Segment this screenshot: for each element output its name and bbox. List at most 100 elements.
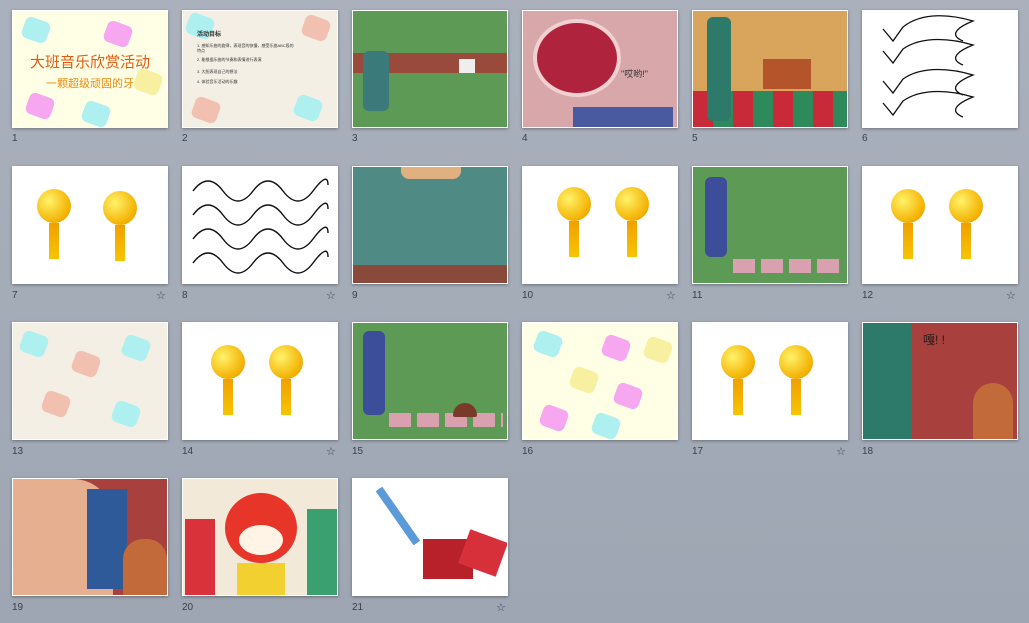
slide-thumbnail-11[interactable] [692,166,848,284]
animation-star-icon[interactable]: ☆ [156,289,166,302]
slide-number: 11 [692,290,703,301]
slide-title: 大班音乐欣赏活动 [29,54,150,71]
slide-number: 6 [862,133,868,144]
animation-star-icon[interactable]: ☆ [326,445,336,458]
puzzle-piece [568,365,600,395]
hedgehog-illustration [453,403,477,417]
slide-line: 1. 感知乐曲的旋律，表现音的快慢，感受乐曲ABC段的特点 [197,43,294,53]
sleeve-illustration [87,489,127,589]
speech-text: "哎哟!" [621,69,648,79]
slide-number: 10 [522,290,534,301]
puzzle-piece [120,333,152,363]
slide-number: 3 [352,133,358,144]
puzzle-piece [190,95,222,125]
slide-number: 2 [182,133,188,144]
gift-box-right [307,509,337,595]
cup-illustration [459,59,475,73]
animation-star-icon[interactable]: ☆ [326,289,336,302]
puzzle-piece [18,329,50,359]
puzzle-piece [600,333,632,363]
slide-number: 1 [12,133,18,144]
slide-number: 19 [12,602,24,613]
slide-number: 7 [12,290,18,301]
slide-line: 4. 体验音乐活动的乐趣 [197,79,238,84]
slide-number: 8 [182,290,188,301]
slide-thumbnail-4[interactable]: "哎哟!" [522,10,678,128]
slide-number: 5 [692,133,698,144]
slide-thumbnail-5[interactable] [692,10,848,128]
loop-lines-graphic [882,15,975,118]
speech-text: 嘎! ! [923,333,946,347]
child-figure [863,323,911,439]
slide-thumbnail-3[interactable] [352,10,508,128]
happy-face-icon [891,189,925,259]
worried-face-icon [615,187,649,257]
worried-face-icon [779,345,813,415]
puzzle-piece [300,13,332,43]
mouth-illustration [533,19,621,97]
toothbrush-illustration [375,486,421,546]
slide-thumbnail-17[interactable] [692,322,848,440]
dresser-illustration [763,59,811,89]
worried-face-icon [103,191,137,261]
fox-muzzle [239,525,283,555]
slide-number: 13 [12,446,24,457]
slide-thumbnail-14[interactable] [182,322,338,440]
slide-thumbnail-9[interactable] [352,166,508,284]
slide-heading: 活动目标 [197,32,222,38]
slide-number: 4 [522,133,528,144]
slide-subtitle: 一颗超级顽固的牙 [46,78,134,90]
slide-thumbnail-16[interactable] [522,322,678,440]
child-figure [363,51,389,111]
path-stones [389,413,503,427]
slide-number: 18 [862,446,874,457]
slide-thumbnail-7[interactable] [12,166,168,284]
animation-star-icon[interactable]: ☆ [496,601,506,614]
wave-lines-graphic [192,178,329,274]
floor-illustration [353,265,507,283]
slide-thumbnail-19[interactable] [12,478,168,596]
slide-thumbnail-20[interactable] [182,478,338,596]
hair-illustration [123,539,167,595]
puzzle-piece [538,403,570,433]
slide-number: 16 [522,446,534,457]
animation-star-icon[interactable]: ☆ [666,289,676,302]
slide-number: 17 [692,446,704,457]
puzzle-piece [102,19,134,49]
happy-face-icon [211,345,245,415]
animation-star-icon[interactable]: ☆ [1006,289,1016,302]
feet-illustration [401,167,461,179]
puzzle-piece [24,91,56,121]
puzzle-piece [532,329,564,359]
slide-line: 2. 能根据乐曲的节奏和表情进行表演 [197,57,262,62]
sweater-illustration [573,107,673,127]
puzzle-piece [40,389,72,419]
slide-line: 3. 大胆表现自己的想法 [197,69,238,74]
slide-thumbnail-18[interactable]: 嘎! ! [862,322,1018,440]
slide-thumbnail-2[interactable]: 活动目标 1. 感知乐曲的旋律，表现音的快慢，感受乐曲ABC段的特点 2. 能根… [182,10,338,128]
animation-star-icon[interactable]: ☆ [836,445,846,458]
puzzle-piece [590,411,622,439]
child-figure [363,331,385,415]
slide-thumbnail-12[interactable] [862,166,1018,284]
slide-thumbnail-1[interactable]: 大班音乐欣赏活动 一颗超级顽固的牙 [12,10,168,128]
slide-thumbnail-6[interactable] [862,10,1018,128]
happy-face-icon [721,345,755,415]
puzzle-piece [110,399,142,429]
puzzle-piece [612,381,644,411]
slide-thumbnail-15[interactable] [352,322,508,440]
slide-number: 21 [352,602,364,613]
gift-box-left [185,519,215,595]
puzzle-piece [70,349,102,379]
worried-face-icon [269,345,303,415]
puzzle-piece [20,15,52,45]
slide-number: 9 [352,290,358,301]
slide-thumbnail-13[interactable] [12,322,168,440]
slide-thumbnail-21[interactable] [352,478,508,596]
slide-thumbnail-10[interactable] [522,166,678,284]
fox-body [237,563,285,595]
slide-number: 14 [182,446,194,457]
slide-thumbnail-8[interactable] [182,166,338,284]
slide-number: 20 [182,602,194,613]
puzzle-piece [80,99,112,127]
